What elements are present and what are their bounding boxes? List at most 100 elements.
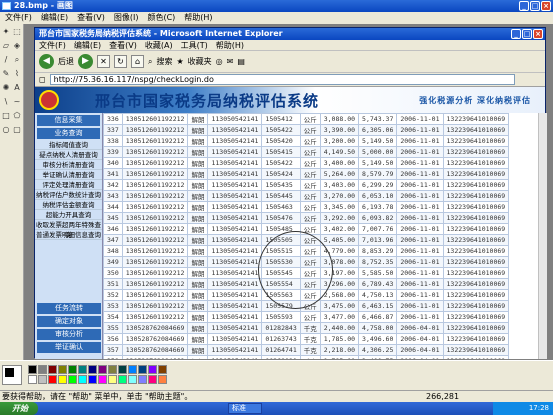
table-cell: 344 bbox=[103, 201, 123, 213]
table-cell: 342 bbox=[103, 179, 123, 191]
table-cell: 132239641010069 bbox=[442, 212, 510, 224]
color-swatch[interactable] bbox=[28, 375, 37, 384]
line-icon[interactable]: \ bbox=[1, 97, 11, 107]
color-swatch[interactable] bbox=[38, 375, 47, 384]
color-swatch[interactable] bbox=[158, 375, 167, 384]
menu-image[interactable]: 图像(I) bbox=[114, 12, 139, 24]
table-row: 354 130512601192212 解朗 113050542141 1505593 公… bbox=[103, 311, 510, 323]
table-cell: 2006-11-01 bbox=[396, 234, 444, 246]
color-swatch[interactable] bbox=[48, 365, 57, 374]
fill-icon[interactable]: ◈ bbox=[12, 41, 22, 51]
color-swatch[interactable] bbox=[28, 365, 37, 374]
color-swatch[interactable] bbox=[98, 365, 107, 374]
color-swatch[interactable] bbox=[138, 375, 147, 384]
color-swatch[interactable] bbox=[98, 375, 107, 384]
eraser-icon[interactable]: ▱ bbox=[1, 41, 11, 51]
color-swatch[interactable] bbox=[118, 375, 127, 384]
color-swatch[interactable] bbox=[108, 375, 117, 384]
color-swatch[interactable] bbox=[148, 365, 157, 374]
color-swatch[interactable] bbox=[78, 375, 87, 384]
ellipse-icon[interactable]: ○ bbox=[1, 125, 11, 135]
rounded-rect-icon[interactable]: ▢ bbox=[12, 125, 22, 135]
close-button[interactable]: × bbox=[541, 1, 551, 11]
text-icon[interactable]: A bbox=[12, 83, 22, 93]
color-swatch[interactable] bbox=[88, 365, 97, 374]
minimize-button[interactable]: _ bbox=[519, 1, 529, 11]
picker-icon[interactable]: / bbox=[1, 55, 11, 65]
table-cell: 113050542141 bbox=[207, 190, 263, 202]
table-cell: 解朗 bbox=[187, 344, 209, 356]
table-cell: 130512601192212 bbox=[121, 212, 189, 224]
nav-header-query: 业务查询 bbox=[37, 128, 100, 139]
table-cell: 1505435 bbox=[261, 179, 301, 191]
rectangle-icon[interactable]: □ bbox=[1, 111, 11, 121]
table-cell: 公斤 bbox=[299, 168, 321, 180]
color-swatch[interactable] bbox=[118, 365, 127, 374]
home-icon: ⌂ bbox=[131, 55, 144, 68]
current-colors[interactable] bbox=[2, 365, 22, 385]
favorites-label: 收藏夹 bbox=[187, 57, 212, 66]
menu-help[interactable]: 帮助(H) bbox=[184, 12, 212, 24]
free-select-icon[interactable]: ✦ bbox=[1, 27, 11, 37]
table-cell: 132239641010069 bbox=[442, 355, 510, 359]
table-cell: 132239641010069 bbox=[442, 300, 510, 312]
airbrush-icon[interactable]: ✺ bbox=[1, 83, 11, 93]
menu-edit[interactable]: 编辑(E) bbox=[41, 12, 68, 24]
pencil-icon[interactable]: ✎ bbox=[1, 69, 11, 79]
color-swatch[interactable] bbox=[88, 375, 97, 384]
color-swatch[interactable] bbox=[68, 375, 77, 384]
polygon-icon[interactable]: ⬠ bbox=[12, 111, 22, 121]
table-cell: 113050542141 bbox=[207, 322, 263, 334]
color-swatch[interactable] bbox=[48, 375, 57, 384]
table-cell: 公斤 bbox=[299, 146, 321, 158]
table-cell: 2006-11-01 bbox=[396, 201, 444, 213]
table-cell: 338 bbox=[103, 135, 123, 147]
table-cell: 130512601192212 bbox=[121, 256, 189, 268]
table-cell: 132239641010069 bbox=[442, 146, 510, 158]
maximize-button[interactable]: □ bbox=[530, 1, 540, 11]
table-cell: 解朗 bbox=[187, 179, 209, 191]
color-swatch[interactable] bbox=[158, 365, 167, 374]
paint-canvas-area[interactable]: 邢台市国家税务局纳税评估系统 - Microsoft Internet Expl… bbox=[24, 24, 553, 360]
menu-view[interactable]: 查看(V) bbox=[77, 12, 105, 24]
color-swatch[interactable] bbox=[68, 365, 77, 374]
table-cell: 113050542141 bbox=[207, 333, 263, 345]
table-cell: 113050542141 bbox=[207, 300, 263, 312]
table-cell: 130512601192212 bbox=[121, 201, 189, 213]
color-swatch[interactable] bbox=[38, 365, 47, 374]
table-cell: 2006-04-01 bbox=[396, 355, 444, 359]
rect-select-icon[interactable]: ⬚ bbox=[12, 27, 22, 37]
ie-titlebar: 邢台市国家税务局纳税评估系统 - Microsoft Internet Expl… bbox=[35, 28, 545, 40]
menu-file[interactable]: 文件(F) bbox=[5, 12, 32, 24]
color-swatch[interactable] bbox=[138, 365, 147, 374]
nav-target: 确定对象 bbox=[37, 316, 101, 327]
table-cell: 340 bbox=[103, 157, 123, 169]
table-cell: 7,007.76 bbox=[358, 223, 398, 235]
table-cell: 113050542141 bbox=[207, 201, 263, 213]
taskbar-ime[interactable]: 标准 bbox=[228, 403, 262, 414]
table-cell: 113050542141 bbox=[207, 267, 263, 279]
table-cell: 132239641010069 bbox=[442, 344, 510, 356]
color-swatch[interactable] bbox=[58, 375, 67, 384]
start-button[interactable]: 开始 bbox=[0, 402, 38, 415]
nav-item: 审核分析清册查询 bbox=[35, 160, 102, 170]
system-slogan: 强化税源分析 深化纳税评估 bbox=[419, 96, 531, 105]
magnifier-icon[interactable]: ⌕ bbox=[12, 55, 22, 65]
table-cell: 3,088.00 bbox=[319, 113, 360, 125]
left-nav: 信息采集 业务查询 指标阈值查询 疑点纳税人清册查询 审核分析清册查询 举证确认… bbox=[35, 113, 103, 359]
curve-icon[interactable]: ~ bbox=[12, 97, 22, 107]
color-swatch[interactable] bbox=[128, 365, 137, 374]
brush-icon[interactable]: ⌇ bbox=[12, 69, 22, 79]
color-swatch[interactable] bbox=[148, 375, 157, 384]
color-swatch[interactable] bbox=[58, 365, 67, 374]
color-swatch[interactable] bbox=[108, 365, 117, 374]
foreground-color bbox=[5, 368, 14, 377]
color-swatch[interactable] bbox=[128, 375, 137, 384]
color-swatch[interactable] bbox=[78, 365, 87, 374]
table-cell: 01282843 bbox=[261, 322, 301, 334]
table-cell: 公斤 bbox=[299, 311, 321, 323]
menu-colors[interactable]: 颜色(C) bbox=[147, 12, 175, 24]
color-palette bbox=[0, 360, 553, 390]
table-row: 336 130512601192212 解朗 113050542141 1505412 公… bbox=[103, 113, 510, 125]
table-cell: 解朗 bbox=[187, 267, 209, 279]
